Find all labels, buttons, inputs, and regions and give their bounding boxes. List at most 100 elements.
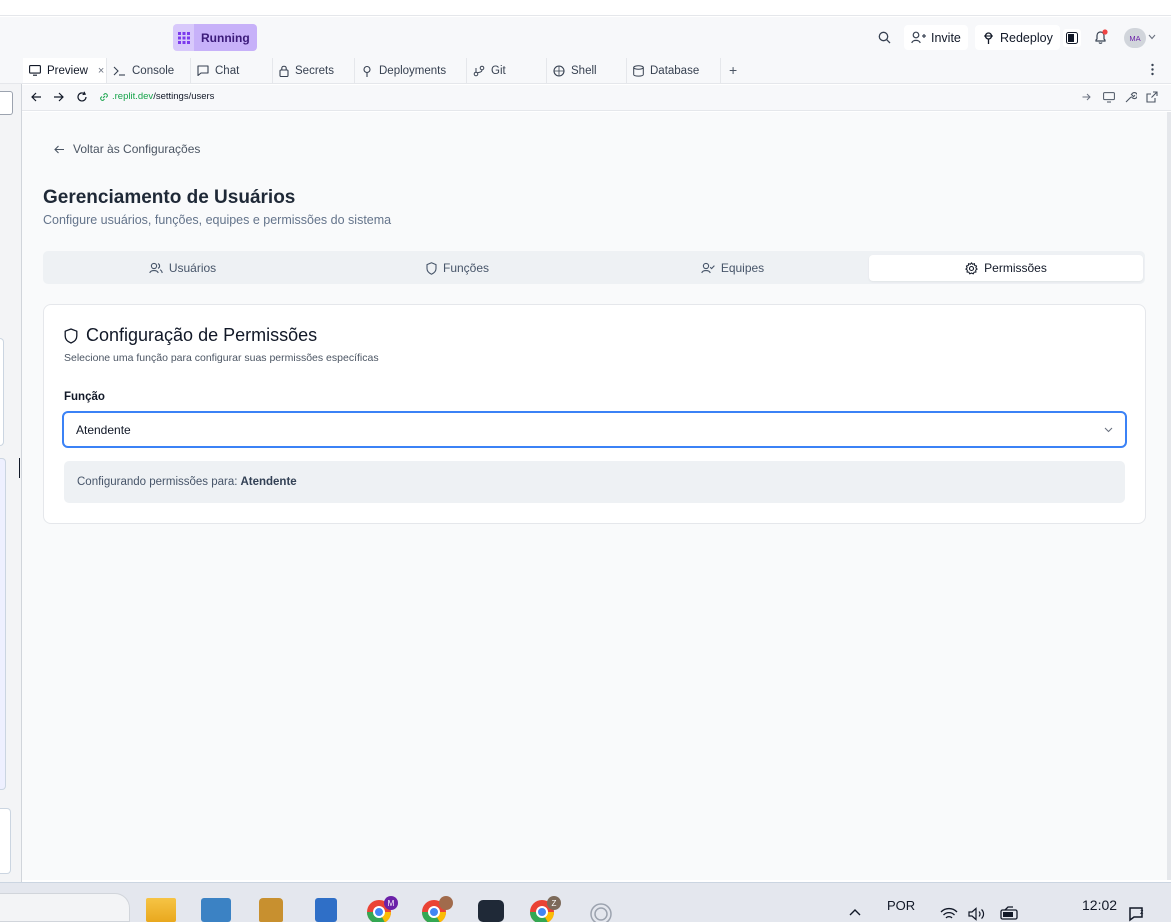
role-select[interactable]: Atendente — [62, 411, 1127, 448]
tab-chat[interactable]: Chat — [191, 58, 273, 83]
avatar[interactable]: MA — [1124, 28, 1146, 48]
language-indicator[interactable]: POR — [887, 898, 915, 913]
battery-icon[interactable] — [1000, 906, 1020, 920]
go-arrow-icon[interactable] — [1082, 93, 1091, 101]
chrome-profile-m-icon[interactable]: M — [365, 895, 399, 922]
invite-label: Invite — [931, 30, 961, 45]
tab-label: Equipes — [720, 261, 765, 275]
tab-permissoes[interactable]: Permissões — [869, 255, 1143, 281]
redeploy-button[interactable]: Redeploy — [975, 25, 1060, 50]
tab-deployments[interactable]: Deployments — [355, 58, 467, 83]
database-icon — [633, 64, 644, 77]
tab-label: Deployments — [379, 64, 447, 77]
tab-label: Git — [491, 64, 506, 77]
notification-bell-icon[interactable] — [1093, 29, 1109, 45]
url-path: /settings/users — [153, 91, 215, 102]
svg-text:Z: Z — [552, 899, 557, 908]
grid-icon — [173, 24, 194, 51]
file-explorer-icon[interactable] — [146, 898, 176, 922]
deploy-icon — [982, 31, 995, 44]
reload-icon[interactable] — [76, 91, 88, 103]
window-top-strip — [0, 0, 1171, 16]
viewport-scroll-edge — [1167, 112, 1171, 880]
preview-icon — [29, 65, 41, 76]
svg-text:z: z — [1140, 909, 1144, 916]
close-icon[interactable]: × — [98, 65, 104, 77]
chevron-up-icon[interactable] — [849, 908, 861, 916]
sidebar-panel-edge — [0, 91, 13, 115]
tab-label: Shell — [571, 64, 597, 77]
page-title: Gerenciamento de Usuários — [43, 187, 296, 208]
back-link[interactable]: Voltar às Configurações — [54, 142, 200, 156]
taskbar-search-box[interactable] — [0, 893, 130, 922]
shield-icon — [64, 327, 78, 344]
arrow-left-icon[interactable] — [31, 92, 42, 102]
chrome-profile-photo-icon[interactable] — [420, 895, 454, 922]
tab-funcoes[interactable]: Funções — [322, 255, 593, 281]
tab-label: Database — [650, 64, 700, 77]
page-subtitle: Configure usuários, funções, equipes e p… — [43, 213, 392, 227]
shell-icon — [553, 64, 565, 77]
chevron-down-icon[interactable] — [1148, 34, 1156, 40]
lock-app-icon[interactable] — [259, 898, 283, 922]
search-icon[interactable] — [878, 31, 891, 44]
run-status-label: Running — [194, 24, 257, 51]
arrow-left-icon — [54, 145, 65, 154]
sidebar-input-edge — [0, 808, 11, 874]
chrome-profile-z-icon[interactable]: Z — [528, 895, 562, 922]
svg-text:M: M — [388, 899, 395, 908]
notification-center-icon[interactable]: z — [1128, 906, 1146, 922]
tab-label: Preview — [47, 64, 88, 77]
tab-shell[interactable]: Shell — [547, 58, 627, 83]
card-description: Selecione uma função para configurar sua… — [64, 352, 379, 364]
wifi-app-icon[interactable] — [588, 898, 614, 922]
notepad-icon[interactable] — [315, 898, 337, 922]
text-cursor — [19, 458, 20, 478]
shield-icon — [426, 261, 437, 275]
devices-icon[interactable] — [1103, 92, 1115, 103]
info-prefix: Configurando permissões para: — [77, 476, 238, 488]
card-title-text: Configuração de Permissões — [86, 325, 318, 345]
chevron-down-icon — [1104, 427, 1113, 433]
open-external-icon[interactable] — [1146, 91, 1158, 103]
add-user-icon — [911, 31, 926, 44]
tab-secrets[interactable]: Secrets — [273, 58, 355, 83]
add-tab-button[interactable]: + — [729, 62, 737, 78]
tab-preview[interactable]: Preview × — [23, 58, 107, 83]
arrow-right-icon[interactable] — [53, 92, 64, 102]
tab-menu-icon[interactable] — [1151, 63, 1154, 76]
tab-label: Usuários — [168, 261, 217, 275]
app-dark-icon[interactable] — [478, 900, 504, 922]
tab-label: Permissões — [984, 261, 1047, 275]
gear-icon — [965, 261, 978, 275]
lock-icon — [279, 65, 289, 77]
role-field-label: Função — [64, 391, 105, 403]
control-panel-icon[interactable] — [201, 898, 231, 922]
tab-database[interactable]: Database — [627, 58, 721, 83]
taskbar-clock[interactable]: 12:02 — [1082, 897, 1117, 913]
wrench-icon[interactable] — [1125, 91, 1137, 103]
users-icon — [149, 262, 163, 274]
wifi-icon[interactable] — [940, 907, 958, 921]
role-select-value: Atendente — [76, 422, 131, 437]
sidebar-card-edge — [0, 338, 4, 446]
tab-equipes[interactable]: Equipes — [597, 255, 868, 281]
url-text[interactable]: .replit.dev/settings/users — [112, 91, 214, 102]
tab-console[interactable]: Console — [107, 58, 191, 83]
tab-usuarios[interactable]: Usuários — [47, 255, 318, 281]
user-check-icon — [701, 262, 715, 274]
back-link-label: Voltar às Configurações — [73, 142, 201, 156]
sidebar-list-edge — [0, 458, 6, 790]
deploy-icon — [361, 65, 373, 77]
tab-label: Console — [132, 64, 175, 77]
url-domain: .replit.dev — [112, 91, 154, 102]
volume-icon[interactable] — [968, 907, 986, 921]
layout-toggle-icon[interactable] — [1063, 29, 1081, 47]
card-title: Configuração de Permissões — [64, 325, 317, 346]
git-icon — [473, 65, 485, 77]
config-info-banner: Configurando permissões para: Atendente — [64, 461, 1125, 503]
redeploy-label: Redeploy — [1000, 30, 1053, 45]
run-status-button[interactable]: Running — [173, 24, 257, 51]
invite-button[interactable]: Invite — [904, 25, 968, 50]
tab-git[interactable]: Git — [467, 58, 547, 83]
